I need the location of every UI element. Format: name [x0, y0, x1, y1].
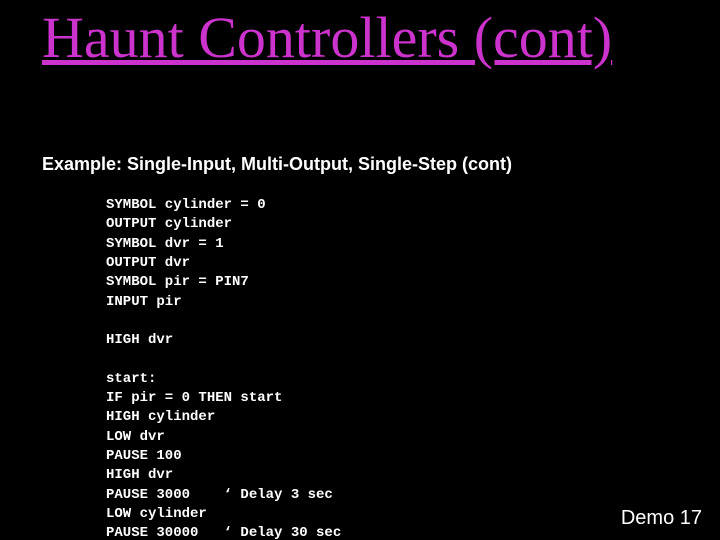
example-subtitle: Example: Single-Input, Multi-Output, Sin… — [42, 154, 512, 175]
slide-number: Demo 17 — [621, 507, 702, 530]
slide: Haunt Controllers (cont) Example: Single… — [0, 0, 720, 540]
page-title: Haunt Controllers (cont) — [42, 8, 612, 69]
code-block: SYMBOL cylinder = 0 OUTPUT cylinder SYMB… — [106, 196, 341, 540]
